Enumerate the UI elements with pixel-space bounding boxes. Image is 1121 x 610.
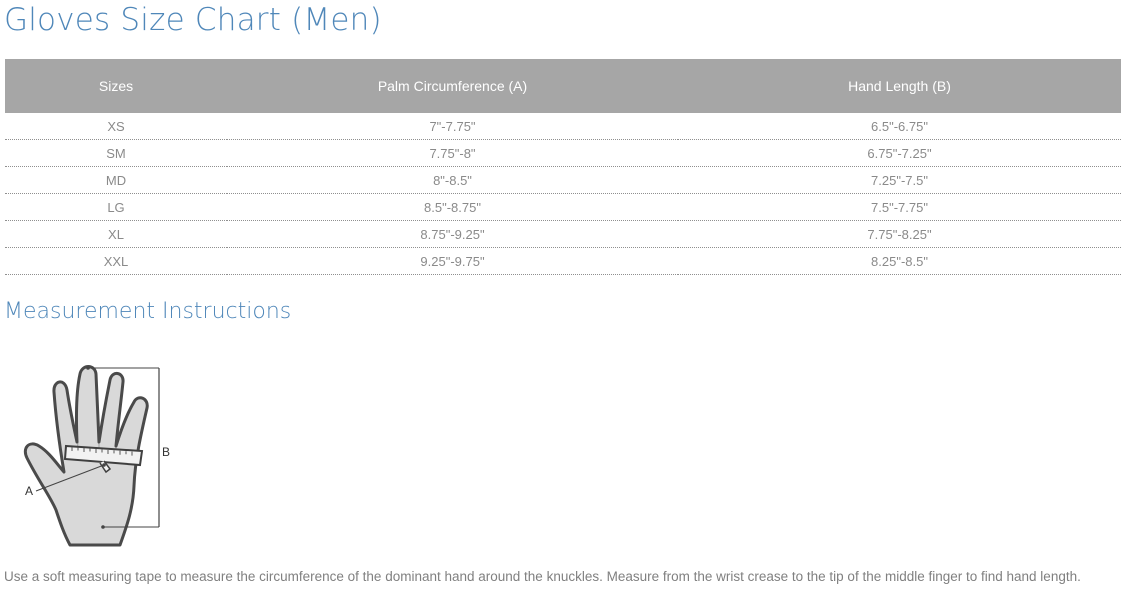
table-row: XXL 9.25"-9.75" 8.25"-8.5": [5, 247, 1121, 275]
length-cell: 8.25"-8.5": [678, 247, 1121, 275]
length-cell: 7.75"-8.25": [678, 220, 1121, 248]
size-cell: SM: [5, 139, 227, 167]
measurement-instructions-text: Use a soft measuring tape to measure the…: [4, 569, 1081, 584]
label-a: A: [25, 484, 33, 498]
palm-cell: 9.25"-9.75": [227, 247, 678, 275]
length-cell: 6.5"-6.75": [678, 113, 1121, 140]
size-cell: LG: [5, 193, 227, 221]
size-cell: MD: [5, 166, 227, 194]
palm-cell: 7"-7.75": [227, 113, 678, 140]
length-cell: 6.75"-7.25": [678, 139, 1121, 167]
page-title: Gloves Size Chart (Men): [4, 2, 382, 38]
header-hand-length: Hand Length (B): [678, 59, 1121, 113]
table-row: XS 7"-7.75" 6.5"-6.75": [5, 113, 1121, 140]
palm-cell: 8.75"-9.25": [227, 220, 678, 248]
table-row: SM 7.75"-8" 6.75"-7.25": [5, 139, 1121, 167]
table-row: LG 8.5"-8.75" 7.5"-7.75": [5, 193, 1121, 221]
length-cell: 7.5"-7.75": [678, 193, 1121, 221]
palm-cell: 8.5"-8.75": [227, 193, 678, 221]
label-b: B: [162, 445, 170, 459]
size-cell: XL: [5, 220, 227, 248]
header-palm-circumference: Palm Circumference (A): [227, 59, 678, 113]
table-header-row: Sizes Palm Circumference (A) Hand Length…: [5, 59, 1121, 113]
length-cell: 7.25"-7.5": [678, 166, 1121, 194]
measurement-title: Measurement Instructions: [4, 299, 292, 324]
palm-cell: 8"-8.5": [227, 166, 678, 194]
table-row: XL 8.75"-9.25" 7.75"-8.25": [5, 220, 1121, 248]
size-cell: XS: [5, 113, 227, 140]
size-chart-table: Sizes Palm Circumference (A) Hand Length…: [5, 59, 1121, 275]
header-sizes: Sizes: [5, 59, 227, 113]
palm-cell: 7.75"-8": [227, 139, 678, 167]
table-row: MD 8"-8.5" 7.25"-7.5": [5, 166, 1121, 194]
hand-measurement-diagram: A B: [23, 365, 170, 547]
size-cell: XXL: [5, 247, 227, 275]
